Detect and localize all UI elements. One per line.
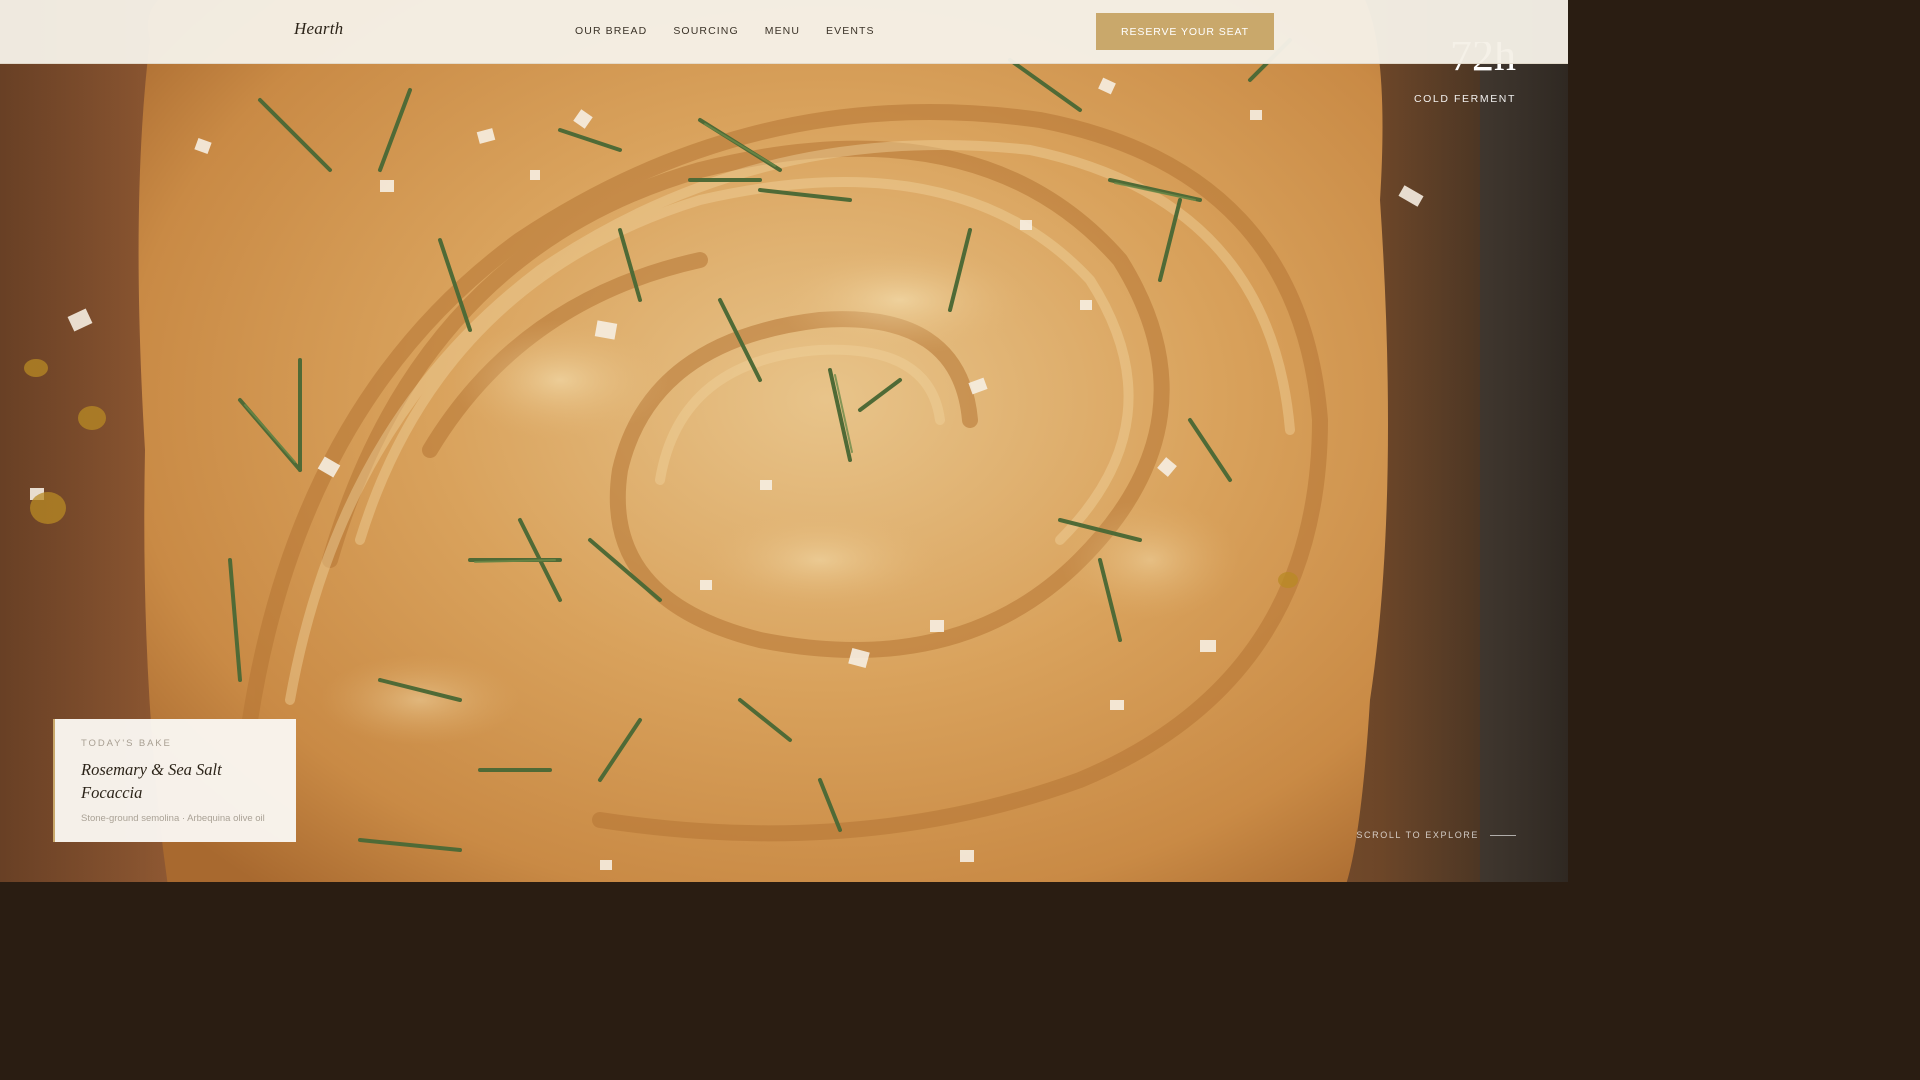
todays-bake-card[interactable]: TODAY'S BAKE Rosemary & Sea Salt Focacci… [53,719,296,842]
scroll-cue[interactable]: SCROLL TO EXPLORE [1356,830,1516,840]
nav-item-events: EVENTS [826,25,901,37]
nav-list: OUR BREAD SOURCING MENU EVENTS [575,25,901,37]
todays-bake-title: Rosemary & Sea Salt Focaccia [81,760,222,802]
top-navigation-bar: Hearth OUR BREAD SOURCING MENU EVENTS RE… [0,0,1568,64]
todays-bake-ingredients: Stone-ground semolina · Arbequina olive … [81,813,265,824]
nav-link-menu[interactable]: MENU [765,25,800,37]
nav-item-sourcing: SOURCING [673,25,764,37]
nav-link-sourcing[interactable]: SOURCING [673,25,738,37]
scroll-line-icon [1490,834,1516,836]
scroll-cue-label: SCROLL TO EXPLORE [1356,830,1479,840]
todays-bake-eyebrow: TODAY'S BAKE [81,738,172,749]
nav-item-our-bread: OUR BREAD [575,25,673,37]
brand-logo[interactable]: Hearth [294,19,343,39]
nav-link-events[interactable]: EVENTS [826,25,875,37]
reserve-seat-button[interactable]: RESERVE YOUR SEAT [1096,13,1274,50]
nav-item-menu: MENU [765,25,826,37]
hero-section: 72h COLD FERMENT TODAY'S BAKE Rosemary &… [0,0,1568,882]
ferment-stat-label: COLD FERMENT [1413,93,1516,105]
nav-link-our-bread[interactable]: OUR BREAD [575,25,647,37]
